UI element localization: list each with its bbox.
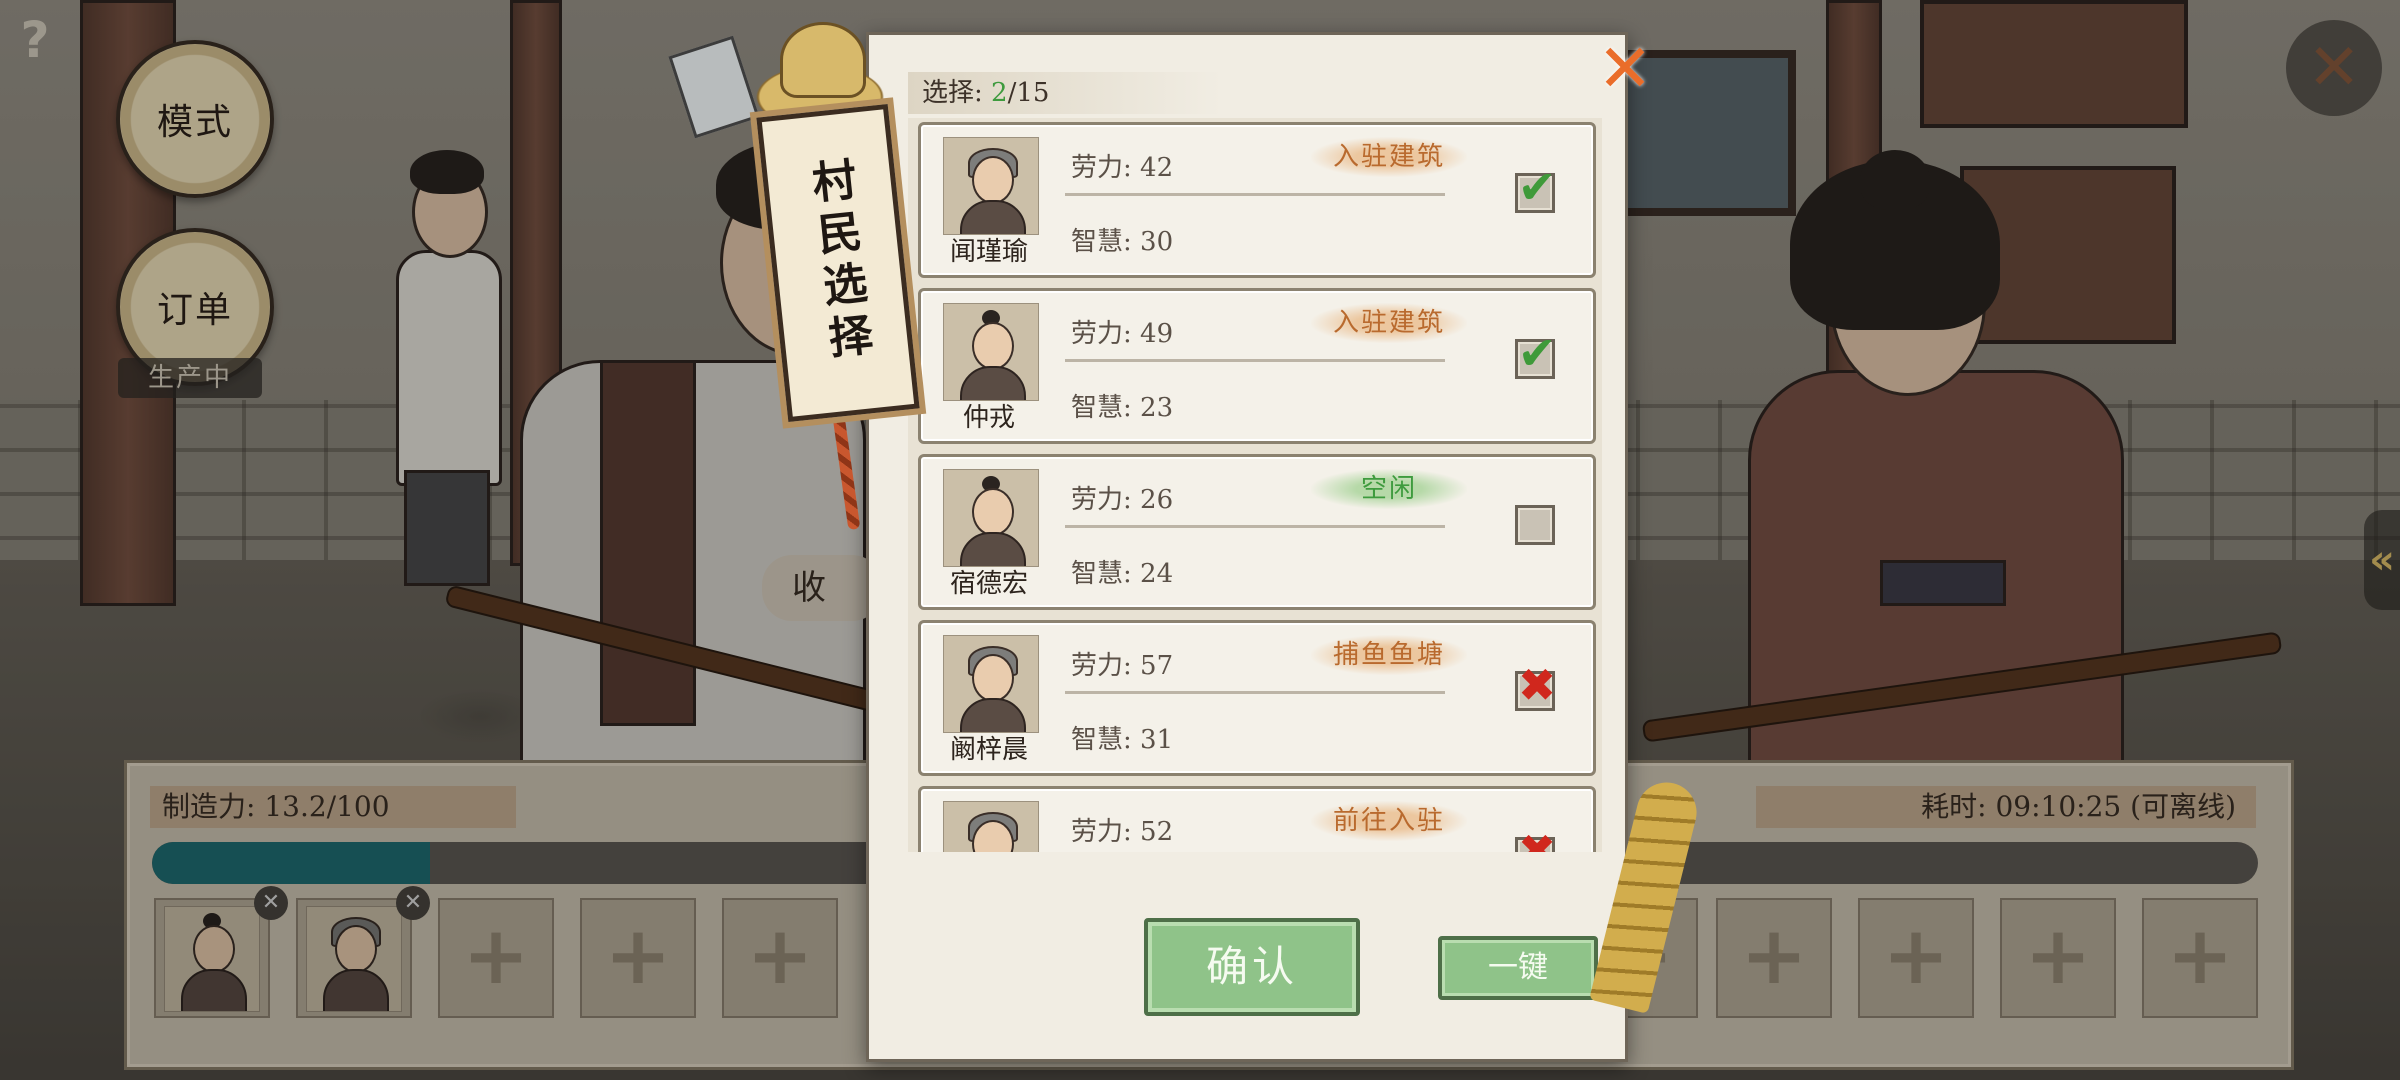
villager-labor: 劳力: 26 <box>1071 485 1174 515</box>
selection-total: /15 <box>1007 78 1050 108</box>
villager-status-badge: 空闲 <box>1311 469 1467 509</box>
stat-divider <box>1065 359 1445 362</box>
one-key-select-button[interactable]: 一键 <box>1438 936 1598 1000</box>
selection-counter-prefix: 选择: <box>922 78 992 108</box>
cross-icon: ✖ <box>1517 824 1557 852</box>
selection-current: 2 <box>991 78 1008 108</box>
villager-name: 闻瑾瑜 <box>949 237 1028 267</box>
villager-portrait <box>943 469 1039 567</box>
villager-name: 阚梓晨 <box>949 735 1028 765</box>
selection-counter: 选择: 2/15 <box>908 72 1222 114</box>
cross-icon: ✖ <box>1517 658 1557 712</box>
villager-wisdom: 智慧: 31 <box>1071 725 1174 755</box>
dialog-title: 村民选择 <box>802 155 875 369</box>
villager-wisdom: 智慧: 30 <box>1071 227 1174 257</box>
villager-card[interactable]: 劳力: 52 前往入驻 ✖ <box>918 786 1596 852</box>
checkmark-icon: ✔ <box>1517 160 1557 214</box>
villager-select-checkbox[interactable] <box>1515 505 1555 545</box>
villager-card[interactable]: 仲戎 劳力: 49 智慧: 23 入驻建筑 ✔ <box>918 288 1596 444</box>
villager-labor: 劳力: 49 <box>1071 319 1174 349</box>
villager-name: 宿德宏 <box>949 569 1028 599</box>
villager-select-checkbox[interactable]: ✔ <box>1515 328 1556 379</box>
checkmark-icon: ✔ <box>1517 326 1557 380</box>
villager-portrait <box>943 137 1039 235</box>
villager-card[interactable]: 闻瑾瑜 劳力: 42 智慧: 30 入驻建筑 ✔ <box>918 122 1596 278</box>
villager-portrait <box>943 303 1039 401</box>
stat-divider <box>1065 525 1445 528</box>
villager-labor: 劳力: 42 <box>1071 153 1174 183</box>
confirm-button[interactable]: 确认 <box>1144 918 1360 1016</box>
close-dialog-button[interactable]: ✕ <box>1590 34 1660 104</box>
villager-select-checkbox[interactable]: ✖ <box>1515 826 1556 852</box>
villager-status-badge: 前往入驻 <box>1311 801 1467 841</box>
villager-card[interactable]: 宿德宏 劳力: 26 智慧: 24 空闲 <box>918 454 1596 610</box>
villager-portrait <box>943 801 1039 852</box>
villager-select-checkbox[interactable]: ✔ <box>1515 162 1556 213</box>
villager-status-badge: 入驻建筑 <box>1311 137 1467 177</box>
villager-labor: 劳力: 52 <box>1071 817 1174 847</box>
villager-card[interactable]: 阚梓晨 劳力: 57 智慧: 31 捕鱼鱼塘 ✖ <box>918 620 1596 776</box>
villager-select-checkbox[interactable]: ✖ <box>1515 660 1556 711</box>
villager-wisdom: 智慧: 24 <box>1071 559 1174 589</box>
villager-wisdom: 智慧: 23 <box>1071 393 1174 423</box>
villager-list[interactable]: 闻瑾瑜 劳力: 42 智慧: 30 入驻建筑 ✔ 仲戎 劳力: 49 智慧: 23 入驻建筑 ✔ 宿… <box>908 118 1602 852</box>
stat-divider <box>1065 193 1445 196</box>
villager-labor: 劳力: 57 <box>1071 651 1174 681</box>
villager-status-badge: 捕鱼鱼塘 <box>1311 635 1467 675</box>
stat-divider <box>1065 691 1445 694</box>
villager-status-badge: 入驻建筑 <box>1311 303 1467 343</box>
villager-portrait <box>943 635 1039 733</box>
straw-hat-crown <box>780 22 866 98</box>
villager-name: 仲戎 <box>962 403 1015 433</box>
